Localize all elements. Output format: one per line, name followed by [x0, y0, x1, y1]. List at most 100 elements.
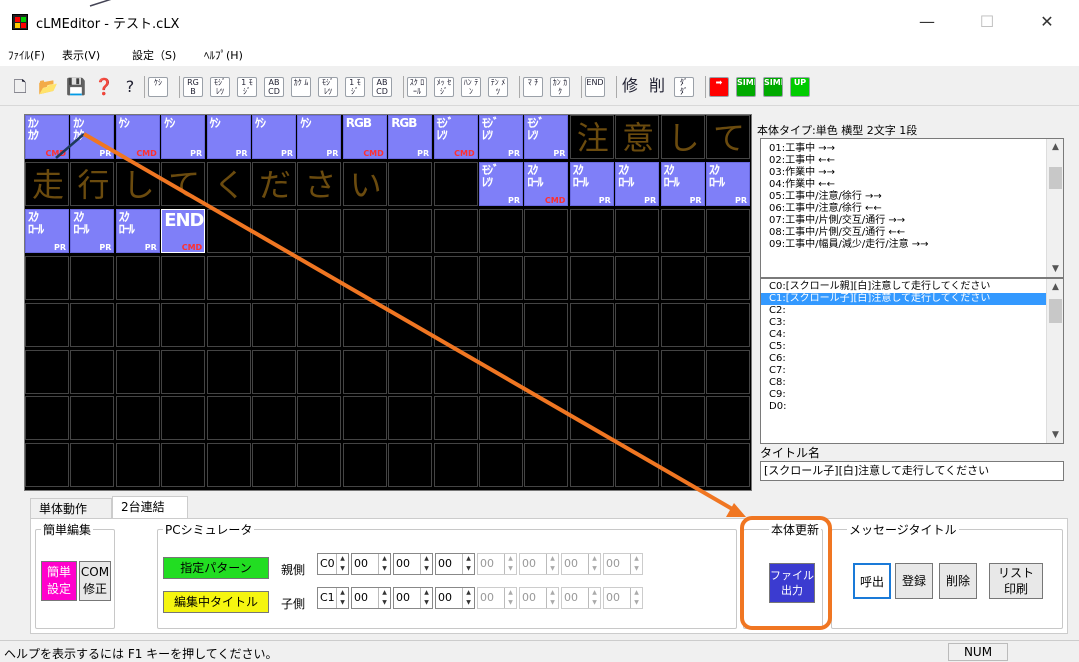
- toolbar-tool-button[interactable]: RG B: [183, 77, 203, 97]
- menu-view[interactable]: 表示(V): [62, 47, 100, 63]
- toolbar-tool-button[interactable]: ﾒｯ ｾｼﾞ: [434, 77, 454, 97]
- grid-cell[interactable]: [569, 208, 614, 253]
- grid-cell[interactable]: [615, 302, 660, 347]
- grid-cell[interactable]: [206, 255, 251, 300]
- grid-cell[interactable]: [161, 443, 206, 488]
- toolbar-tool-button[interactable]: 削: [647, 77, 667, 97]
- new-file-icon[interactable]: 🗋: [10, 77, 30, 97]
- grid-cell[interactable]: [161, 349, 206, 394]
- toolbar-tool-button[interactable]: ﾏ ﾁ: [523, 77, 543, 97]
- grid-cell[interactable]: [252, 302, 296, 347]
- pattern-item[interactable]: 06:工事中/注意/徐行 ←←: [761, 203, 1063, 215]
- grid-cell[interactable]: [706, 302, 750, 347]
- spinner-arrows-icon[interactable]: ▲ ▼: [588, 588, 600, 608]
- grid-cell[interactable]: ﾓｼﾞ ﾚﾂ PR: [479, 115, 523, 159]
- list-print-button[interactable]: リスト 印刷: [989, 563, 1043, 599]
- grid-cell[interactable]: [342, 396, 387, 441]
- grid-cell[interactable]: ﾓｼﾞ ﾚﾂ CMD: [433, 115, 478, 159]
- grid-cell[interactable]: [388, 208, 433, 253]
- toolbar-tool-button[interactable]: ﾊﾝ ﾃﾝ: [461, 77, 481, 97]
- grid-cell[interactable]: [569, 302, 614, 347]
- grid-cell[interactable]: [615, 208, 660, 253]
- value-spinner[interactable]: C0 ▲ ▼: [317, 553, 349, 575]
- pattern-item[interactable]: 02:工事中 ←←: [761, 155, 1063, 167]
- arrow-red-icon[interactable]: ➡: [709, 77, 729, 97]
- scroll-thumb[interactable]: [1049, 167, 1062, 189]
- toolbar-tool-button[interactable]: 1 ﾓｼﾞ: [345, 77, 365, 97]
- scroll-up-icon[interactable]: ▲: [1047, 279, 1063, 295]
- grid-cell[interactable]: 行: [70, 161, 115, 206]
- spinner-arrows-icon[interactable]: ▲ ▼: [378, 554, 390, 574]
- pattern-item[interactable]: 01:工事中 →→: [761, 143, 1063, 155]
- message-item[interactable]: C6:: [761, 353, 1063, 365]
- value-spinner[interactable]: 00 ▲ ▼: [393, 553, 433, 575]
- grid-cell[interactable]: [115, 349, 160, 394]
- message-item[interactable]: C9:: [761, 389, 1063, 401]
- grid-cell[interactable]: [706, 208, 750, 253]
- grid-cell[interactable]: [70, 302, 115, 347]
- pattern-item[interactable]: 03:作業中 →→: [761, 167, 1063, 179]
- grid-cell[interactable]: [206, 443, 251, 488]
- register-button[interactable]: 登録: [895, 563, 933, 599]
- maximize-button[interactable]: ☐: [967, 8, 1007, 36]
- grid-cell[interactable]: [342, 443, 387, 488]
- spinner-arrows-icon[interactable]: ▲ ▼: [630, 588, 642, 608]
- grid-cell[interactable]: ｹｼ PR: [206, 115, 251, 159]
- grid-cell[interactable]: [25, 255, 69, 300]
- toolbar-tool-button[interactable]: ﾓｼﾞ ﾚﾂ: [210, 77, 230, 97]
- grid-cell[interactable]: RGB PR: [388, 115, 433, 159]
- menu-file[interactable]: ﾌｧｲﾙ(F): [8, 47, 45, 63]
- grid-cell[interactable]: [433, 208, 478, 253]
- grid-cell[interactable]: て: [161, 161, 206, 206]
- grid-cell[interactable]: ﾓｼﾞ ﾚﾂ PR: [479, 161, 523, 206]
- grid-cell[interactable]: ｶﾝ ｶｸ CMD: [25, 115, 69, 159]
- grid-cell[interactable]: [660, 443, 705, 488]
- grid-cell[interactable]: [388, 161, 433, 206]
- grid-cell[interactable]: [524, 208, 569, 253]
- grid-cell[interactable]: [479, 349, 523, 394]
- grid-cell[interactable]: [206, 349, 251, 394]
- message-item[interactable]: C3:: [761, 317, 1063, 329]
- grid-cell[interactable]: [524, 349, 569, 394]
- com-fix-button[interactable]: COM 修正: [79, 561, 111, 601]
- message-list-scrollbar[interactable]: ▲ ▼: [1046, 279, 1063, 443]
- pattern-item[interactable]: 04:作業中 ←←: [761, 179, 1063, 191]
- toolbar-tool-button[interactable]: ｶｸ ﾑ: [291, 77, 311, 97]
- pattern-item[interactable]: 09:工事中/幅員/減少/走行/注意 →→: [761, 239, 1063, 251]
- grid-cell[interactable]: [297, 255, 342, 300]
- toolbar-tool-button[interactable]: 修: [620, 77, 640, 97]
- grid-cell[interactable]: [388, 349, 433, 394]
- spinner-arrows-icon[interactable]: ▲ ▼: [546, 588, 558, 608]
- grid-cell[interactable]: [161, 396, 206, 441]
- value-spinner[interactable]: 00 ▲ ▼: [351, 553, 391, 575]
- grid-cell[interactable]: [479, 443, 523, 488]
- value-spinner[interactable]: 00 ▲ ▼: [393, 587, 433, 609]
- grid-cell[interactable]: [70, 443, 115, 488]
- grid-cell[interactable]: [70, 255, 115, 300]
- grid-cell[interactable]: [660, 396, 705, 441]
- grid-cell[interactable]: [252, 208, 296, 253]
- grid-cell[interactable]: [706, 443, 750, 488]
- whats-this-icon[interactable]: ❓: [94, 77, 114, 97]
- menu-settings[interactable]: 設定（S): [132, 47, 176, 63]
- grid-cell[interactable]: [115, 396, 160, 441]
- value-spinner[interactable]: 00 ▲ ▼: [435, 587, 475, 609]
- close-button[interactable]: ✕: [1027, 8, 1067, 36]
- grid-cell[interactable]: [388, 302, 433, 347]
- grid-cell[interactable]: [388, 396, 433, 441]
- spinner-arrows-icon[interactable]: ▲ ▼: [420, 588, 432, 608]
- grid-cell[interactable]: ｹｼ PR: [297, 115, 342, 159]
- display-grid[interactable]: ｶﾝ ｶｸ CMD ｶﾝ ｶｸ PR ｹｼ CMD ｹｼ PR ｹｼ PR ｹｼ PR ｹｼ PR RGB C…: [24, 114, 752, 491]
- tab-single[interactable]: 単体動作: [30, 498, 112, 518]
- grid-cell[interactable]: [706, 396, 750, 441]
- toolbar-tool-button[interactable]: ﾀﾞ ﾀﾞ: [674, 77, 694, 97]
- grid-cell[interactable]: [706, 349, 750, 394]
- grid-cell[interactable]: ｽｸ ﾛｰﾙ PR: [569, 161, 614, 206]
- grid-cell[interactable]: 注: [569, 115, 614, 159]
- spinner-arrows-icon[interactable]: ▲ ▼: [588, 554, 600, 574]
- grid-cell[interactable]: ｽｸ ﾛｰﾙ PR: [70, 208, 115, 253]
- grid-cell[interactable]: ｶﾝ ｶｸ PR: [70, 115, 115, 159]
- title-name-field[interactable]: [スクロール子][白]注意して走行してください: [760, 461, 1064, 481]
- grid-cell[interactable]: [524, 302, 569, 347]
- grid-cell[interactable]: [206, 208, 251, 253]
